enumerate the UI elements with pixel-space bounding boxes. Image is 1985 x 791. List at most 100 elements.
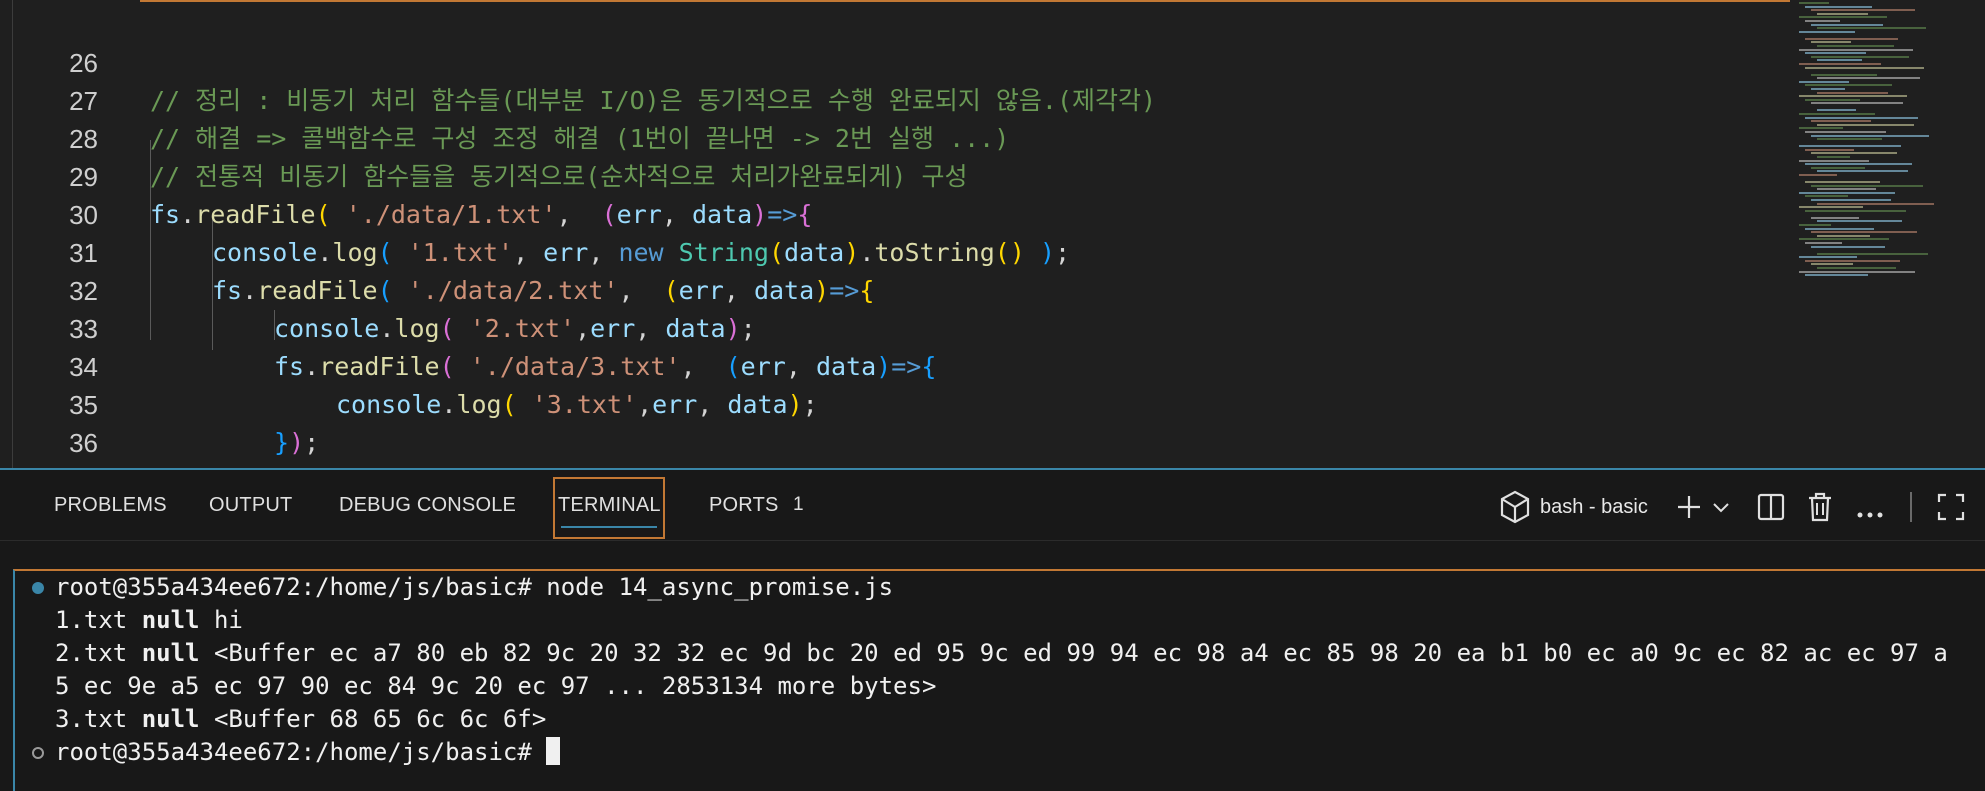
code-line-37[interactable]: 37 });: [0, 424, 98, 468]
minimap-line: [1799, 80, 1849, 83]
code-line-26[interactable]: 26 // 정리 : 비동기 처리 함수들(대부분 I/O)은 동기적으로 수행…: [0, 6, 1156, 115]
terminal-line: 1.txt null hi: [55, 606, 243, 634]
minimap-line: [1811, 184, 1923, 187]
minimap-line: [1817, 252, 1928, 255]
minimap-line: [1799, 113, 1875, 115]
tab-output[interactable]: OUTPUT: [209, 494, 292, 517]
minimap-line: [1811, 152, 1897, 155]
code-text: fs.readFile( './data/3.txt', (err, data)…: [274, 352, 937, 381]
code-line-35[interactable]: 35 });: [0, 348, 319, 457]
code-line-34[interactable]: 34 console.log( '3.txt',err, data);: [0, 310, 818, 419]
minimap-line: [1817, 138, 1882, 141]
code-line-28[interactable]: 28 // 전통적 비동기 함수들을 동기적으로(순차적으로 처리가완료되게) …: [0, 82, 967, 191]
code-text: console.log( '1.txt', err, new String(da…: [212, 238, 1071, 267]
minimap-line: [1799, 270, 1915, 273]
terminal-line: root@355a434ee672:/home/js/basic# node 1…: [55, 571, 893, 604]
editor-highlight-border: [140, 0, 1790, 2]
code-line-30[interactable]: 30 console.log( '1.txt', err, new String…: [0, 158, 1070, 267]
minimap-line: [1805, 20, 1840, 22]
minimap-line: [1799, 145, 1901, 148]
minimap-line: [1799, 16, 1887, 19]
code-line-31[interactable]: 31 fs.readFile( './data/2.txt', (err, da…: [0, 196, 874, 305]
minimap-line: [1817, 77, 1920, 80]
code-line-33[interactable]: 33 fs.readFile( './data/3.txt', (err, da…: [0, 272, 936, 381]
tab-terminal[interactable]: TERMINAL: [558, 494, 661, 517]
minimap-line: [1811, 166, 1865, 169]
minimap-line: [1805, 227, 1874, 230]
trash-icon[interactable]: [1807, 492, 1833, 526]
code-line-29[interactable]: 29 fs.readFile( './data/1.txt', (err, da…: [0, 120, 812, 229]
code-text: console.log( '2.txt',err, data);: [274, 314, 756, 343]
minimap-line: [1799, 224, 1831, 226]
minimap-line: [1817, 220, 1902, 223]
chevron-down-icon[interactable]: [1712, 500, 1730, 519]
prompt: root@355a434ee672:/home/js/basic#: [55, 573, 532, 601]
minimap-line: [1817, 27, 1926, 30]
minimap-line: [1811, 55, 1909, 58]
minimap-line: [1811, 216, 1859, 219]
minimap-line: [1805, 84, 1892, 87]
prompt: root@355a434ee672:/home/js/basic#: [55, 738, 532, 766]
minimap-line: [1811, 9, 1915, 12]
minimap-line: [1811, 102, 1903, 105]
split-terminal-icon[interactable]: [1757, 493, 1785, 525]
active-tab-underline: [561, 526, 657, 528]
minimap[interactable]: [1795, 0, 1965, 277]
plus-icon[interactable]: [1676, 494, 1702, 524]
minimap-line: [1811, 245, 1885, 248]
minimap-line: [1805, 163, 1912, 166]
code-line-27[interactable]: 27 // 해결 => 콜백함수로 구성 조정 해결 (1번이 끝나면 -> 2…: [0, 44, 1009, 153]
minimap-line: [1817, 123, 1914, 126]
code-line-32[interactable]: 32 console.log( '2.txt',err, data);: [0, 234, 756, 343]
terminal-line: 5 ec 9e a5 ec 97 90 ec 84 9c 20 ec 97 ..…: [55, 672, 937, 700]
terminal-line: 3.txt null <Buffer 68 65 6c 6c 6f>: [55, 705, 547, 733]
terminal-line: root@355a434ee672:/home/js/basic#: [55, 736, 561, 769]
code-editor[interactable]: 26 // 정리 : 비동기 처리 함수들(대부분 I/O)은 동기적으로 수행…: [0, 0, 1985, 468]
panel-tab-bar: PROBLEMS OUTPUT DEBUG CONSOLE TERMINAL P…: [0, 470, 1985, 542]
comment: // 해결 => 콜백함수로 구성 조정 해결 (1번이 끝나면 -> 2번 실…: [150, 124, 1010, 153]
minimap-line: [1811, 41, 1851, 44]
minimap-line: [1805, 37, 1898, 40]
more-icon[interactable]: [1856, 504, 1884, 523]
maximize-icon[interactable]: [1937, 493, 1965, 525]
terminal-view[interactable]: root@355a434ee672:/home/js/basic# node 1…: [13, 569, 1985, 791]
tab-problems[interactable]: PROBLEMS: [54, 494, 167, 517]
minimap-line: [1817, 91, 1888, 94]
minimap-line: [1799, 206, 1863, 209]
minimap-line: [1805, 116, 1918, 119]
code-text: console.log( '3.txt',err, data);: [336, 390, 818, 419]
minimap-line: [1817, 59, 1862, 62]
minimap-line: [1817, 156, 1850, 158]
minimap-line: [1817, 109, 1856, 112]
minimap-line: [1811, 88, 1845, 90]
minimap-line: [1799, 174, 1837, 176]
toolbar-divider: [1910, 492, 1912, 522]
minimap-line: [1799, 95, 1907, 98]
minimap-line: [1799, 256, 1857, 259]
minimap-line: [1805, 66, 1924, 69]
minimap-line: [1805, 274, 1868, 277]
minimap-line: [1805, 259, 1900, 262]
minimap-line: [1805, 52, 1866, 55]
code-text: });: [274, 428, 320, 457]
minimap-line: [1805, 195, 1848, 198]
code-line-36[interactable]: 36 });: [0, 386, 257, 468]
minimap-line: [1799, 159, 1869, 162]
minimap-line: [1811, 134, 1929, 137]
minimap-line: [1811, 199, 1891, 201]
minimap-line: [1805, 98, 1860, 101]
minimap-line: [1817, 188, 1876, 191]
minimap-line: [1805, 242, 1842, 244]
minimap-line: [1799, 48, 1913, 51]
bottom-panel: PROBLEMS OUTPUT DEBUG CONSOLE TERMINAL P…: [0, 468, 1985, 791]
code-text: fs.readFile( './data/2.txt', (err, data)…: [212, 276, 875, 305]
minimap-line: [1805, 131, 1886, 133]
tab-ports[interactable]: PORTS: [709, 494, 779, 517]
command-pending-icon: [32, 747, 44, 759]
comment: // 정리 : 비동기 처리 함수들(대부분 I/O)은 동기적으로 수행 완료…: [150, 86, 1157, 115]
minimap-line: [1805, 181, 1880, 183]
tab-debug-console[interactable]: DEBUG CONSOLE: [339, 494, 516, 517]
terminal-instance-name[interactable]: bash - basic: [1540, 496, 1648, 519]
panel-separator: [0, 540, 1985, 541]
minimap-line: [1799, 63, 1881, 65]
